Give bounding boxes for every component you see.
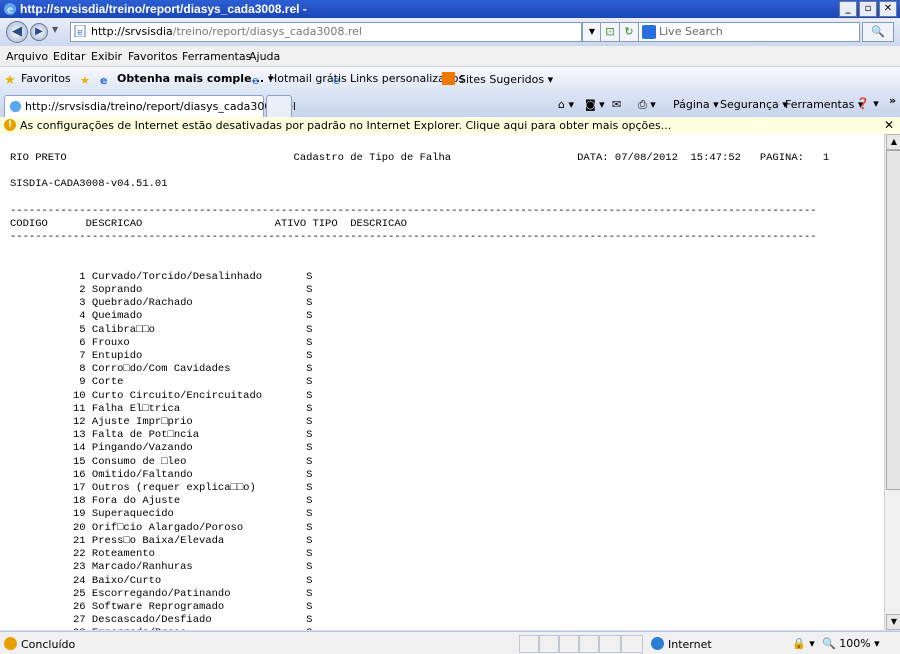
menu-exibir[interactable]: Exibir: [91, 50, 122, 63]
refresh-icon[interactable]: ↻: [619, 22, 639, 42]
menu-favoritos[interactable]: Favoritos: [128, 50, 178, 63]
protected-mode-icon[interactable]: 🔒 ▾: [792, 637, 815, 650]
favorites-button[interactable]: ★ Favoritos: [4, 72, 71, 88]
ie-tab-icon: [9, 100, 22, 113]
compat-view-icon[interactable]: ⊡: [600, 22, 620, 42]
infobar-text: As configurações de Internet estão desat…: [20, 119, 672, 132]
zone-label: Internet: [668, 638, 712, 651]
ie-logo-icon: e: [4, 3, 16, 16]
menu-bar: Arquivo Editar Exibir Favoritos Ferramen…: [0, 46, 900, 67]
status-text-wrap: Concluído: [4, 637, 75, 651]
svg-text:e: e: [77, 28, 83, 37]
home-icon[interactable]: ⌂ ▾: [558, 98, 574, 111]
menu-editar[interactable]: Editar: [53, 50, 86, 63]
fav-item-label: Obtenha mais comple...: [117, 72, 265, 85]
window-title: http://srvsisdia/treino/report/diasys_ca…: [20, 2, 307, 16]
live-search-icon: [642, 25, 656, 39]
add-favorite-icon[interactable]: ★: [80, 72, 97, 87]
new-tab-button[interactable]: [266, 95, 292, 117]
warning-icon: !: [4, 119, 16, 131]
forward-button[interactable]: ▶: [30, 23, 48, 41]
menu-ferramentas[interactable]: Ferramentas: [182, 50, 251, 63]
url-input[interactable]: e http://srvsisdia/treino/report/diasys_…: [70, 22, 582, 42]
close-button[interactable]: ✕: [879, 1, 897, 17]
mail-icon[interactable]: ✉: [612, 98, 621, 111]
chevron-more-icon[interactable]: »: [889, 94, 896, 107]
maximize-button[interactable]: ▫: [859, 1, 877, 17]
status-warning-icon: [4, 637, 17, 650]
vertical-scrollbar[interactable]: ▲ ▼: [884, 134, 900, 630]
report-text: RIO PRETO Cadastro de Tipo de Falha DATA…: [10, 152, 830, 630]
tab-report[interactable]: http://srvsisdia/treino/report/diasys_ca…: [4, 95, 296, 117]
page-icon: e: [74, 25, 86, 37]
status-text: Concluído: [21, 638, 76, 651]
feeds-icon[interactable]: ◙ ▾: [585, 98, 605, 111]
status-bar: Concluído Internet 🔒 ▾ 🔍 100% ▾: [0, 631, 900, 654]
cmd-label: Ferramentas: [785, 98, 855, 111]
help-icon[interactable]: ❓ ▾: [856, 97, 879, 110]
minimize-button[interactable]: _: [839, 1, 857, 17]
recent-pages-icon[interactable]: ▼: [52, 25, 58, 34]
url-path: /treino/report/diasys_cada3008.rel: [172, 25, 362, 38]
zone-indicator[interactable]: Internet: [651, 637, 712, 651]
scroll-thumb[interactable]: [886, 150, 900, 490]
print-icon[interactable]: ⎙ ▾: [638, 98, 656, 112]
scroll-down-icon[interactable]: ▼: [886, 614, 900, 630]
title-bar: e http://srvsisdia/treino/report/diasys_…: [0, 0, 900, 18]
search-button[interactable]: 🔍: [862, 22, 894, 42]
close-infobar-icon[interactable]: ✕: [884, 118, 894, 132]
globe-icon: [651, 637, 664, 650]
search-placeholder: Live Search: [659, 25, 723, 38]
tab-bar: http://srvsisdia/treino/report/diasys_ca…: [0, 91, 900, 117]
back-button[interactable]: ◀: [6, 21, 28, 43]
fav-item-obtenha[interactable]: e Obtenha mais comple... ▾: [100, 72, 273, 87]
information-bar[interactable]: ! As configurações de Internet estão des…: [0, 117, 900, 135]
menu-ferramentas-cmd[interactable]: Ferramentas ▾: [785, 98, 863, 111]
menu-pagina[interactable]: Página ▾: [673, 98, 719, 111]
address-bar: ◀ ▶ ▼ e http://srvsisdia/treino/report/d…: [0, 18, 900, 46]
fav-item-sites[interactable]: Sites Sugeridos ▾: [442, 72, 553, 86]
tab-label: http://srvsisdia/treino/report/diasys_ca…: [25, 100, 296, 113]
url-host: http://srvsisdia: [91, 25, 173, 38]
favorites-bar: ★ Favoritos ★ e Obtenha mais comple... ▾ e…: [0, 67, 900, 91]
star-icon: ★: [4, 73, 16, 88]
menu-arquivo[interactable]: Arquivo: [6, 50, 48, 63]
scroll-up-icon[interactable]: ▲: [886, 134, 900, 150]
menu-seguranca[interactable]: Segurança ▾: [720, 98, 788, 111]
menu-ajuda[interactable]: Ajuda: [249, 50, 280, 63]
cmd-label: Página: [673, 98, 710, 111]
favorites-label: Favoritos: [21, 72, 71, 85]
zoom-level: 100%: [839, 637, 871, 650]
url-dropdown-icon[interactable]: ▼: [582, 22, 602, 42]
zoom-control[interactable]: 🔍 100% ▾: [822, 637, 880, 650]
cmd-label: Segurança: [720, 98, 779, 111]
report-content: RIO PRETO Cadastro de Tipo de Falha DATA…: [0, 134, 884, 630]
search-input[interactable]: Live Search: [638, 22, 860, 42]
fav-item-label: Sites Sugeridos: [459, 73, 545, 86]
svg-text:e: e: [7, 5, 13, 16]
